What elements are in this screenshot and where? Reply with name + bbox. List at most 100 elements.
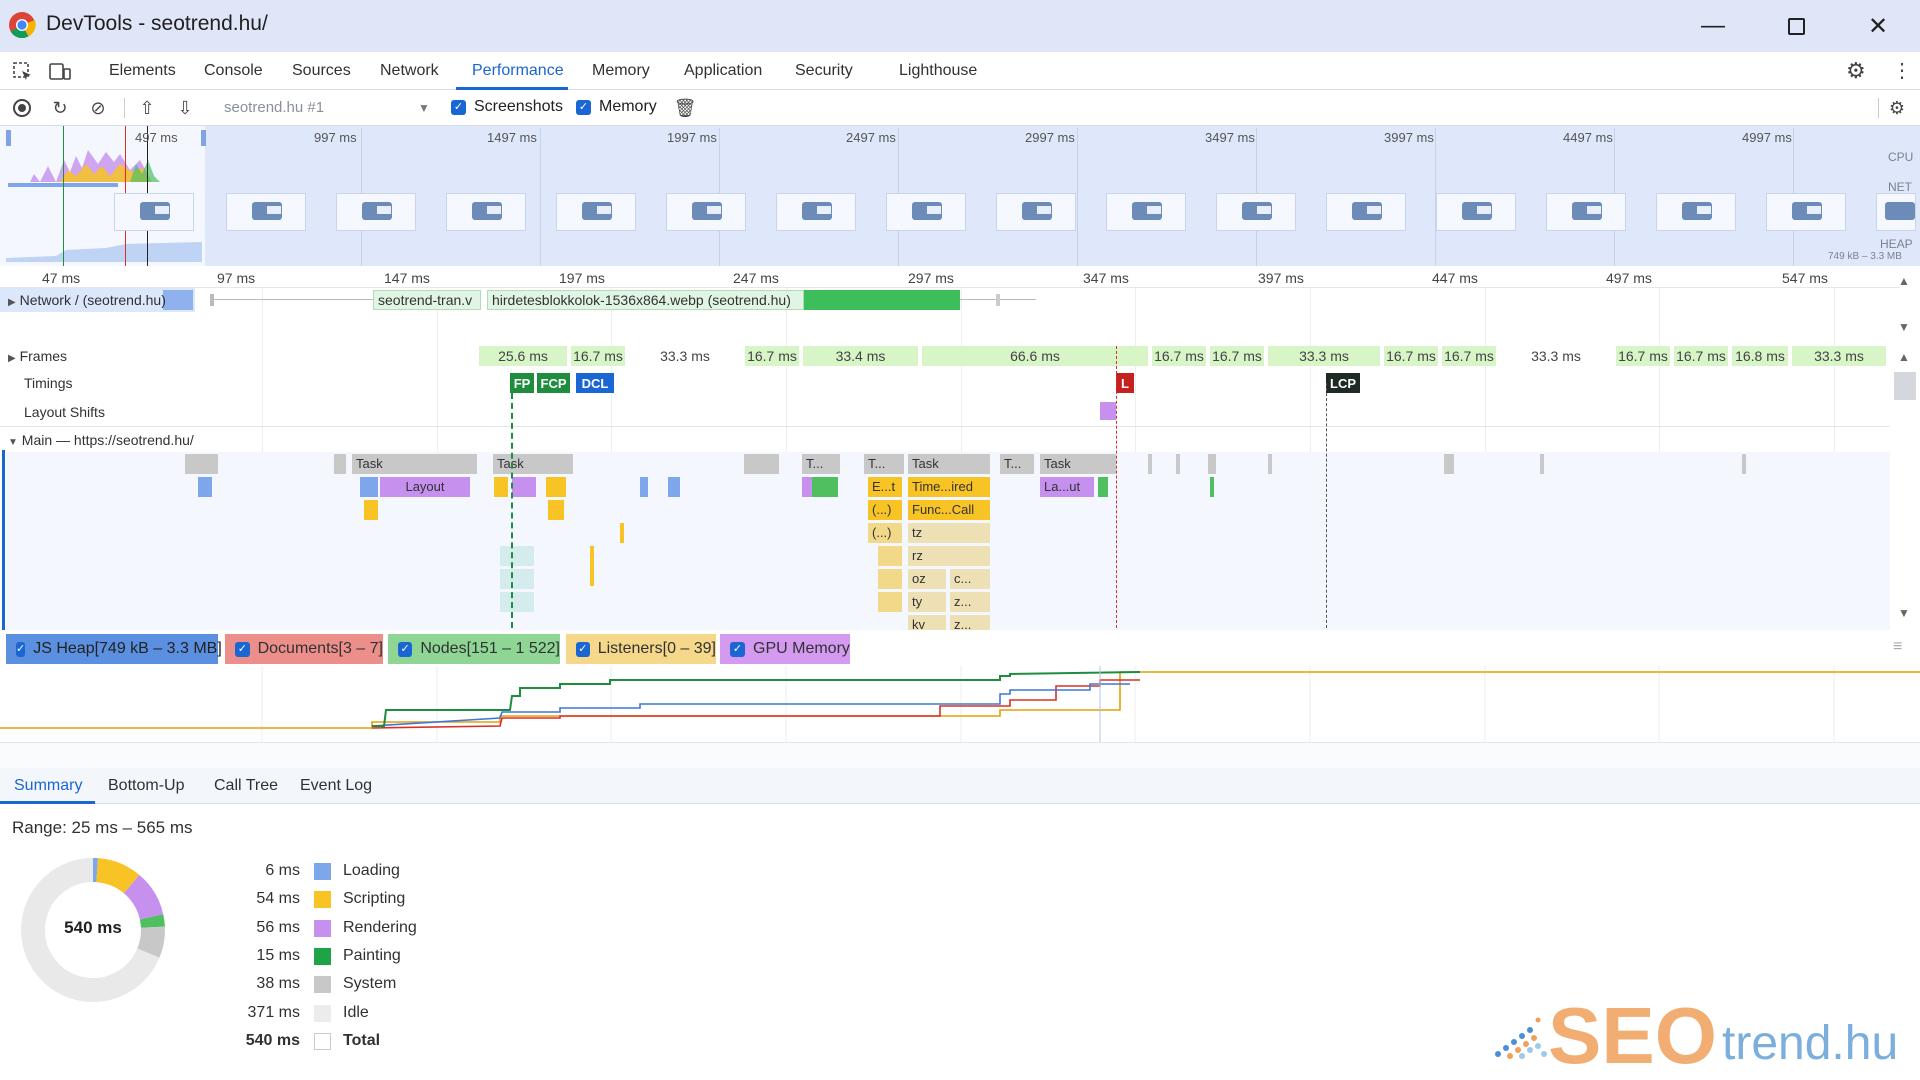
load-profile-button[interactable]: ⇧ — [134, 95, 160, 121]
task-block[interactable]: Task — [1040, 454, 1116, 474]
tab-memory[interactable]: Memory — [592, 62, 650, 80]
load-marker[interactable]: L — [1116, 373, 1134, 393]
scripting-block[interactable] — [546, 477, 566, 497]
scripting-block[interactable]: oz — [908, 569, 946, 589]
task-block[interactable] — [1444, 454, 1454, 474]
selection-left-handle[interactable] — [6, 130, 11, 146]
compositing-block[interactable] — [500, 569, 534, 589]
task-block[interactable]: T... — [864, 454, 904, 474]
screenshot-thumbnail[interactable] — [666, 193, 746, 231]
more-options-icon[interactable]: ⋮ — [1892, 58, 1912, 83]
network-request-bar[interactable] — [996, 294, 1000, 306]
task-block[interactable] — [1208, 454, 1216, 474]
dcl-marker[interactable]: DCL — [576, 373, 614, 393]
fp-marker[interactable]: FP — [510, 373, 534, 393]
task-block[interactable]: T... — [802, 454, 840, 474]
network-request-bar[interactable]: seotrend-tran.v — [373, 290, 481, 310]
panel-splitter[interactable] — [0, 742, 1920, 768]
screenshot-thumbnail[interactable] — [1216, 193, 1296, 231]
scripting-block[interactable]: ty — [908, 592, 946, 612]
drag-handle-icon[interactable]: ≡ — [1893, 638, 1902, 656]
loading-block[interactable] — [360, 477, 378, 497]
device-toolbar-icon[interactable] — [48, 61, 72, 83]
tab-call-tree[interactable]: Call Tree — [214, 777, 278, 795]
nodes-legend[interactable]: ✓ Nodes[151 – 1 522] — [388, 634, 560, 664]
screenshot-thumbnail[interactable] — [114, 193, 194, 231]
scripting-block[interactable]: kv — [908, 615, 946, 630]
rendering-block[interactable] — [512, 477, 536, 497]
selection-right-handle[interactable] — [201, 130, 206, 146]
screenshot-thumbnail[interactable] — [446, 193, 526, 231]
tab-elements[interactable]: Elements — [109, 62, 176, 80]
task-block[interactable] — [1742, 454, 1746, 474]
tab-lighthouse[interactable]: Lighthouse — [899, 62, 977, 80]
task-block[interactable]: Task — [352, 454, 477, 474]
frame-block[interactable]: 33.4 ms — [803, 346, 918, 366]
scripting-block[interactable]: E...t — [868, 477, 902, 497]
screenshot-thumbnail[interactable] — [776, 193, 856, 231]
tab-bottom-up[interactable]: Bottom-Up — [108, 777, 184, 795]
screenshot-thumbnail[interactable] — [226, 193, 306, 231]
tab-sources[interactable]: Sources — [292, 62, 351, 80]
layout-shift-marker[interactable] — [1100, 402, 1116, 420]
screenshot-thumbnail[interactable] — [336, 193, 416, 231]
task-block[interactable]: Task — [493, 454, 573, 474]
scripting-block[interactable]: c... — [950, 569, 990, 589]
loading-block[interactable] — [640, 477, 648, 497]
maximize-button[interactable] — [1766, 8, 1826, 44]
scroll-down-icon[interactable]: ▼ — [1898, 320, 1910, 334]
network-request-bar[interactable] — [210, 294, 214, 306]
frame-block[interactable]: 16.7 ms — [1384, 346, 1438, 366]
frame-block[interactable]: 16.7 ms — [1442, 346, 1496, 366]
scripting-block[interactable]: (...) — [868, 500, 902, 520]
network-track-label[interactable]: ▶ Network / (seotrend.hu) — [8, 292, 166, 308]
task-block[interactable] — [1148, 454, 1152, 474]
frame-block[interactable]: 33.3 ms — [1500, 346, 1612, 366]
screenshot-thumbnail[interactable] — [556, 193, 636, 231]
screenshots-checkbox[interactable]: ✓ Screenshots — [451, 98, 563, 116]
screenshot-thumbnail[interactable] — [996, 193, 1076, 231]
scripting-block[interactable] — [878, 546, 902, 566]
tab-event-log[interactable]: Event Log — [300, 777, 372, 795]
minimize-button[interactable]: — — [1683, 8, 1743, 44]
tab-summary[interactable]: Summary — [14, 777, 82, 795]
reload-record-button[interactable]: ↻ — [47, 95, 73, 121]
painting-block[interactable] — [1210, 477, 1214, 497]
loading-block[interactable] — [668, 477, 680, 497]
screenshot-thumbnail[interactable] — [1106, 193, 1186, 231]
clear-button[interactable]: ⊘ — [85, 95, 111, 121]
scripting-block[interactable] — [590, 546, 594, 586]
record-button[interactable] — [9, 95, 35, 121]
scripting-block[interactable] — [878, 569, 902, 589]
inspect-element-icon[interactable] — [12, 61, 34, 83]
frame-block[interactable]: 33.3 ms — [1792, 346, 1886, 366]
capture-settings-button[interactable]: ⚙ — [1884, 95, 1910, 121]
screenshot-thumbnail[interactable] — [1656, 193, 1736, 231]
screenshot-thumbnail[interactable] — [1876, 193, 1916, 231]
scroll-down-icon[interactable]: ▼ — [1898, 606, 1910, 620]
memory-checkbox[interactable]: ✓ Memory — [576, 98, 657, 116]
screenshot-thumbnail[interactable] — [886, 193, 966, 231]
network-request-bar[interactable]: hirdetesblokkolok-1536x864.webp (seotren… — [487, 290, 804, 310]
task-block[interactable] — [185, 454, 218, 474]
frame-block[interactable]: 16.7 ms — [1210, 346, 1264, 366]
scripting-block[interactable] — [494, 477, 508, 497]
network-request-bar[interactable] — [163, 290, 193, 310]
frame-block[interactable]: 16.7 ms — [1674, 346, 1728, 366]
layout-block[interactable]: La...ut — [1040, 477, 1094, 497]
scrollbar-thumb[interactable] — [1894, 372, 1916, 400]
close-window-button[interactable]: ✕ — [1848, 8, 1908, 44]
js-heap-legend[interactable]: ✓ JS Heap[749 kB – 3.3 MB] — [6, 634, 222, 664]
function-call-block[interactable]: Func...Call — [908, 500, 990, 520]
profile-select[interactable]: seotrend.hu #1 ▼ — [214, 96, 434, 120]
frame-block[interactable]: 16.8 ms — [1732, 346, 1788, 366]
layout-shifts-track-label[interactable]: Layout Shifts — [24, 404, 105, 420]
rendering-block[interactable] — [802, 477, 812, 497]
frame-block[interactable]: 16.7 ms — [1152, 346, 1206, 366]
frames-track-label[interactable]: ▶ Frames — [8, 348, 67, 364]
task-block[interactable] — [1540, 454, 1544, 474]
gpu-memory-legend[interactable]: ✓ GPU Memory — [720, 634, 850, 664]
screenshot-thumbnail[interactable] — [1546, 193, 1626, 231]
tab-performance[interactable]: Performance — [472, 62, 564, 80]
loading-block[interactable] — [198, 477, 212, 497]
